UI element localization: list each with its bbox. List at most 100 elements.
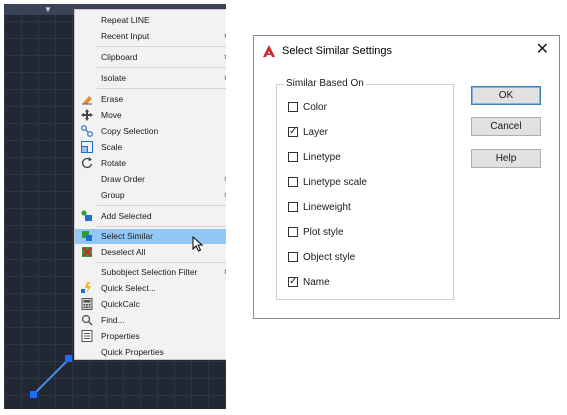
submenu-arrow-icon: ›: [224, 266, 226, 276]
submenu-arrow-icon: ›: [224, 30, 226, 40]
option-label: Linetype: [303, 151, 341, 163]
menu-item-label: Erase: [101, 94, 124, 104]
menu-item-add-selected[interactable]: Add Selected: [75, 209, 226, 224]
option-name[interactable]: ✓ Name: [288, 275, 330, 289]
autocad-logo-icon: [262, 44, 276, 61]
option-plot-style[interactable]: Plot style: [288, 225, 344, 239]
rotate-icon: [81, 157, 93, 169]
menu-item-group[interactable]: Group ›: [75, 188, 226, 203]
close-icon[interactable]: ✕: [536, 41, 549, 59]
menu-item-label: Draw Order: [101, 174, 145, 184]
checkbox[interactable]: [288, 227, 298, 237]
menu-item-copy-selection[interactable]: Copy Selection: [75, 124, 226, 139]
menu-separator: [97, 88, 226, 89]
context-menu: Repeat LINE Recent Input › Clipboard › I…: [74, 9, 226, 360]
option-color[interactable]: Color: [288, 100, 327, 114]
menu-item-repeat-line[interactable]: Repeat LINE: [75, 13, 226, 28]
menu-item-draw-order[interactable]: Draw Order ›: [75, 172, 226, 187]
menu-item-label: Deselect All: [101, 247, 146, 257]
checkbox[interactable]: ✓: [288, 126, 298, 137]
checkbox[interactable]: ✓: [288, 276, 298, 287]
cancel-button[interactable]: Cancel: [471, 117, 541, 136]
option-lineweight[interactable]: Lineweight: [288, 200, 351, 214]
option-object-style[interactable]: Object style: [288, 250, 355, 264]
dialog-title: Select Similar Settings: [282, 45, 393, 57]
select-similar-settings-dialog: Select Similar Settings ✕ Similar Based …: [253, 35, 560, 319]
help-button[interactable]: Help: [471, 149, 541, 168]
line-endpoint-grip[interactable]: [65, 355, 72, 362]
dialog-title-bar[interactable]: Select Similar Settings ✕: [254, 36, 559, 66]
option-label: Plot style: [303, 226, 344, 238]
option-label: Layer: [303, 126, 329, 138]
menu-item-label: Move: [101, 110, 122, 120]
menu-item-subobject-selection-filter[interactable]: Subobject Selection Filter ›: [75, 265, 226, 280]
find-icon: [81, 314, 93, 326]
menu-item-scale[interactable]: Scale: [75, 140, 226, 155]
menu-separator: [97, 205, 226, 206]
menu-item-label: Copy Selection: [101, 126, 159, 136]
option-label: Object style: [303, 251, 356, 263]
menu-item-quick-properties[interactable]: Quick Properties: [75, 345, 226, 360]
menu-item-label: Repeat LINE: [101, 15, 150, 25]
menu-item-label: Quick Properties: [101, 347, 164, 357]
submenu-arrow-icon: ›: [224, 72, 226, 82]
ok-button[interactable]: OK: [471, 86, 541, 105]
calculator-icon: [81, 298, 93, 310]
checkbox[interactable]: [288, 102, 298, 112]
menu-item-label: QuickCalc: [101, 299, 140, 309]
line-endpoint-grip[interactable]: [30, 391, 37, 398]
drawing-canvas[interactable]: ▼ Repeat LINE Recent Input › Clipboard ›…: [4, 4, 226, 409]
group-label: Similar Based On: [284, 78, 366, 89]
menu-item-find[interactable]: Find...: [75, 313, 226, 328]
menu-separator: [97, 67, 226, 68]
menu-item-quickcalc[interactable]: QuickCalc: [75, 297, 226, 312]
option-label: Color: [303, 101, 327, 113]
menu-item-label: Select Similar: [101, 231, 153, 241]
option-linetype[interactable]: Linetype: [288, 150, 341, 164]
checkbox[interactable]: [288, 252, 298, 262]
menu-item-label: Quick Select...: [101, 283, 156, 293]
properties-icon: [81, 330, 93, 342]
menu-item-clipboard[interactable]: Clipboard ›: [75, 50, 226, 65]
menu-item-label: Properties: [101, 331, 140, 341]
menu-item-isolate[interactable]: Isolate ›: [75, 71, 226, 86]
copy-icon: [81, 125, 93, 137]
menu-item-erase[interactable]: Erase: [75, 92, 226, 107]
option-linetype-scale[interactable]: Linetype scale: [288, 175, 367, 189]
option-label: Lineweight: [303, 201, 351, 213]
menu-separator: [97, 46, 226, 47]
menu-item-label: Clipboard: [101, 52, 138, 62]
option-label: Linetype scale: [303, 176, 367, 188]
option-label: Name: [303, 276, 330, 288]
checkbox[interactable]: [288, 152, 298, 162]
menu-item-quick-select[interactable]: Quick Select...: [75, 281, 226, 296]
menu-item-rotate[interactable]: Rotate: [75, 156, 226, 171]
menu-item-label: Group: [101, 190, 125, 200]
submenu-arrow-icon: ›: [224, 51, 226, 61]
mouse-cursor-icon: [192, 236, 204, 252]
menu-item-label: Find...: [101, 315, 125, 325]
checkbox[interactable]: [288, 177, 298, 187]
submenu-arrow-icon: ›: [224, 173, 226, 183]
submenu-arrow-icon: ›: [224, 189, 226, 199]
menu-item-label: Subobject Selection Filter: [101, 267, 198, 277]
move-icon: [81, 109, 93, 121]
menu-item-move[interactable]: Move: [75, 108, 226, 123]
checkbox[interactable]: [288, 202, 298, 212]
menu-separator: [97, 226, 226, 227]
menu-item-label: Recent Input: [101, 31, 150, 41]
menu-item-label: Add Selected: [101, 211, 152, 221]
menu-item-properties[interactable]: Properties: [75, 329, 226, 344]
deselect-all-icon: [81, 246, 93, 258]
checkmark-icon: ✓: [289, 276, 298, 287]
menu-item-label: Isolate: [101, 73, 127, 83]
menu-separator: [97, 262, 226, 263]
menu-item-label: Rotate: [101, 158, 127, 168]
erase-icon: [81, 93, 93, 105]
quick-select-icon: [81, 282, 93, 294]
add-selected-icon: [81, 210, 93, 222]
option-layer[interactable]: ✓ Layer: [288, 125, 328, 139]
menu-item-recent-input[interactable]: Recent Input ›: [75, 29, 226, 44]
checkmark-icon: ✓: [289, 126, 298, 137]
similar-based-on-group: [276, 84, 454, 300]
